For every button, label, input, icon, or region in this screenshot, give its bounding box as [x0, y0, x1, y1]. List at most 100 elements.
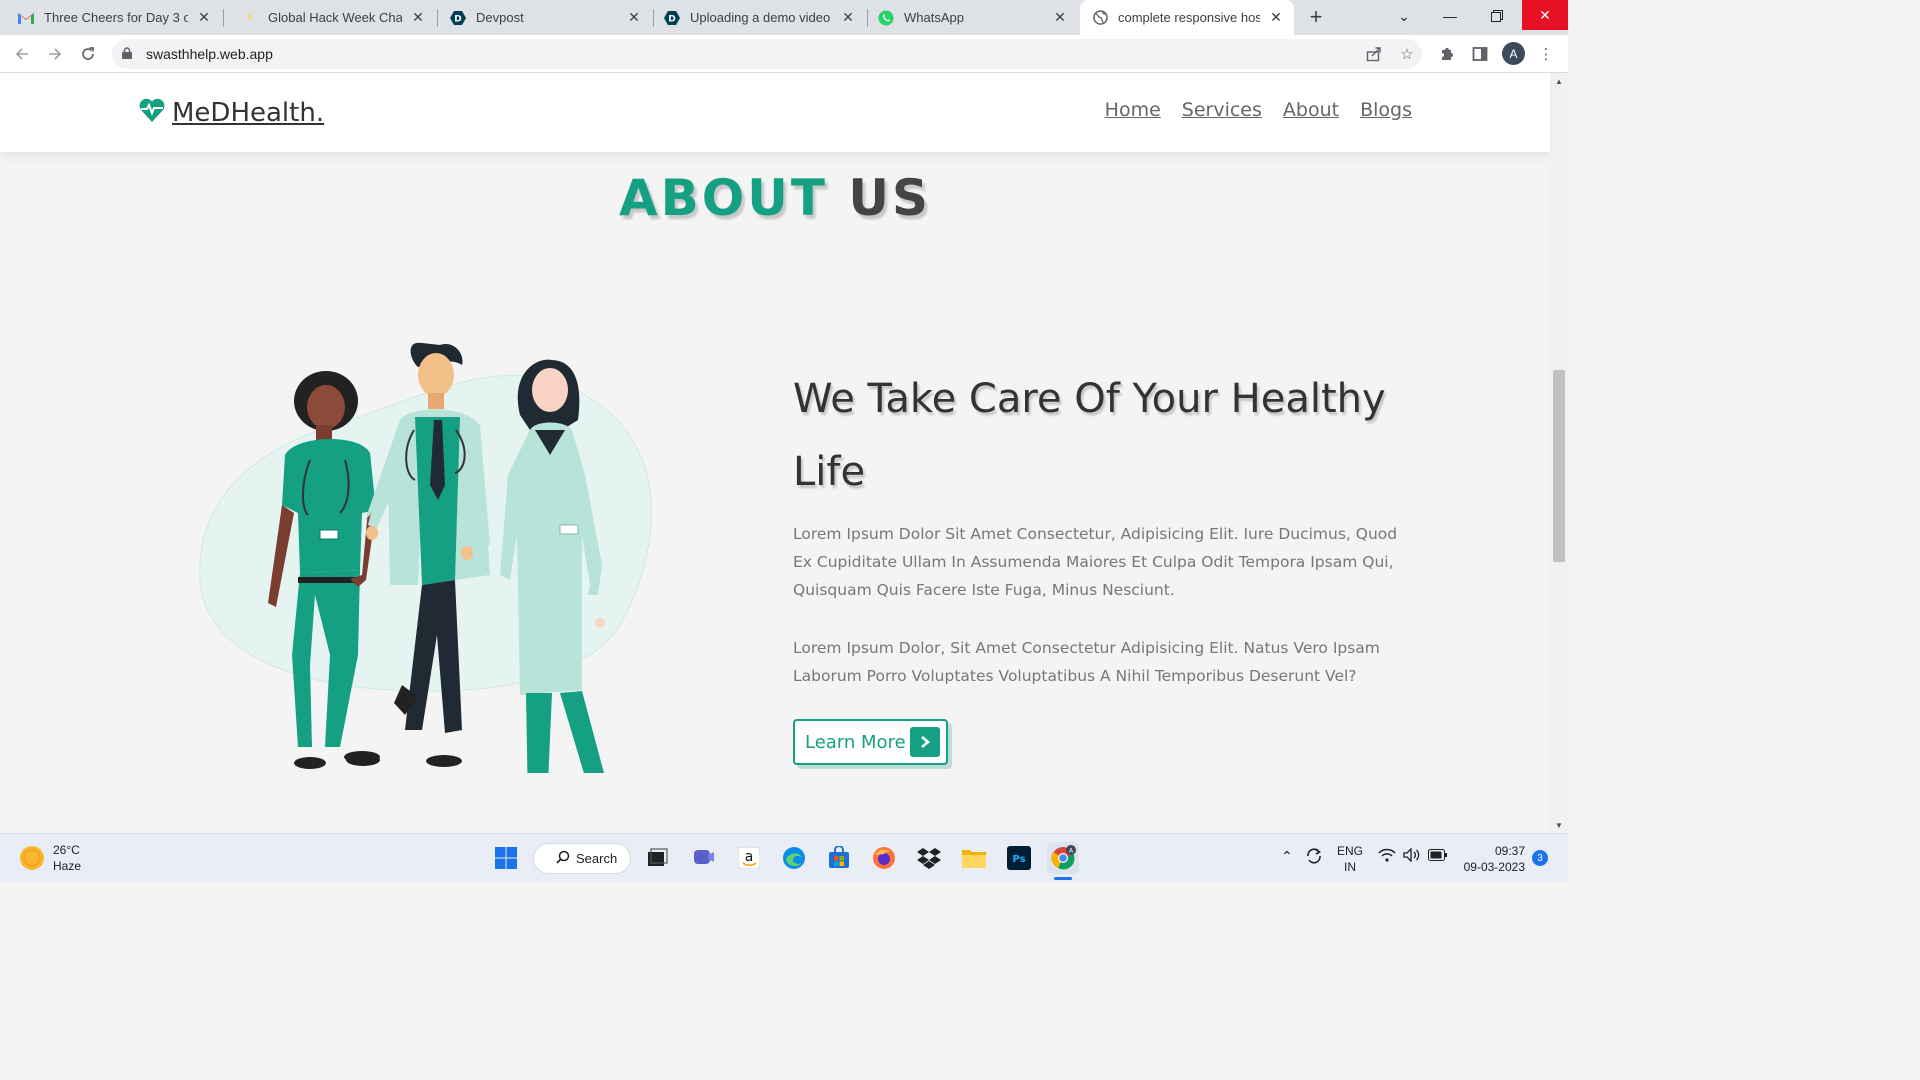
weather-desc: Haze: [53, 859, 82, 873]
scroll-down-icon[interactable]: ▼: [1550, 818, 1568, 832]
photoshop-icon[interactable]: Ps: [1003, 842, 1035, 874]
nav-about[interactable]: About: [1283, 99, 1339, 121]
nav-home[interactable]: Home: [1105, 99, 1161, 121]
nav-blogs[interactable]: Blogs: [1360, 99, 1412, 121]
dropbox-icon[interactable]: [913, 842, 945, 874]
side-panel-icon[interactable]: [1469, 43, 1491, 65]
globe-icon: [1092, 10, 1108, 26]
doctors-illustration: [199, 342, 652, 773]
browser-tab-active[interactable]: complete responsive hospit ✕: [1080, 0, 1294, 35]
browser-toolbar: swasthhelp.web.app ☆ A ⋮: [0, 35, 1568, 73]
lang-region: IN: [1344, 860, 1356, 874]
learn-more-label: Learn More: [805, 731, 906, 753]
tab-title: WhatsApp: [904, 10, 964, 25]
restore-icon[interactable]: [1474, 0, 1520, 32]
search-label: Search: [576, 851, 618, 866]
heart-pulse-icon: [138, 97, 166, 129]
minimize-icon[interactable]: —: [1427, 0, 1473, 32]
weather-temp: 26°C: [53, 843, 80, 857]
volume-icon[interactable]: [1403, 847, 1421, 865]
sync-icon[interactable]: [1304, 846, 1324, 869]
browser-tab[interactable]: ⚡ Global Hack Week Challeng ✕: [224, 0, 436, 35]
site-nav: Home Services About Blogs: [1105, 99, 1412, 121]
page-viewport: MeDHealth. Home Services About Blogs ABO…: [0, 73, 1550, 833]
whatsapp-icon: [878, 10, 894, 26]
svg-text:D: D: [454, 14, 461, 24]
svg-text:a: a: [745, 849, 754, 865]
close-tab-icon[interactable]: ✕: [626, 9, 642, 26]
browser-tab[interactable]: WhatsApp ✕: [868, 0, 1078, 35]
back-icon[interactable]: [9, 41, 35, 67]
search-icon: [556, 850, 570, 867]
svg-text:A: A: [1069, 847, 1074, 855]
close-tab-icon[interactable]: ✕: [196, 9, 212, 26]
svg-text:Ps: Ps: [1012, 854, 1025, 865]
devpost-icon: D: [664, 10, 680, 26]
wifi-icon[interactable]: [1378, 848, 1396, 865]
browser-tab[interactable]: D Uploading a demo video – I ✕: [654, 0, 866, 35]
reload-icon[interactable]: [75, 41, 101, 67]
tab-title: Uploading a demo video – I: [690, 10, 832, 25]
tab-strip: Three Cheers for Day 3 of G ✕ ⚡ Global H…: [0, 0, 1568, 35]
weather-widget[interactable]: 26°C Haze: [20, 842, 81, 874]
file-explorer-icon[interactable]: [958, 842, 990, 874]
bookmark-star-icon[interactable]: ☆: [1396, 43, 1418, 65]
clock-date: 09-03-2023: [1463, 860, 1525, 874]
tab-title: Three Cheers for Day 3 of G: [44, 10, 188, 25]
browser-tab[interactable]: D Devpost ✕: [438, 0, 652, 35]
scroll-up-icon[interactable]: ▲: [1550, 74, 1568, 88]
task-view-icon[interactable]: [641, 842, 673, 874]
tab-title: complete responsive hospit: [1118, 10, 1260, 25]
url-text: swasthhelp.web.app: [146, 46, 273, 62]
clock[interactable]: 09:37 09-03-2023: [1460, 843, 1525, 875]
tab-title: Global Hack Week Challeng: [268, 10, 402, 25]
section-heading: ABOUT US: [0, 169, 1550, 227]
language-indicator[interactable]: ENG IN: [1337, 843, 1363, 875]
clock-time: 09:37: [1494, 844, 1525, 858]
teams-chat-icon[interactable]: [688, 842, 720, 874]
address-bar[interactable]: swasthhelp.web.app: [112, 39, 1422, 69]
notification-badge[interactable]: 3: [1532, 850, 1548, 866]
heading-about: ABOUT: [618, 169, 828, 227]
menu-kebab-icon[interactable]: ⋮: [1535, 43, 1557, 65]
taskbar-search[interactable]: Search: [533, 843, 631, 874]
svg-text:D: D: [668, 14, 675, 24]
amazon-icon[interactable]: a: [733, 842, 765, 874]
heading-us: US: [848, 169, 932, 227]
close-tab-icon[interactable]: ✕: [1052, 9, 1068, 26]
firefox-icon[interactable]: [868, 842, 900, 874]
close-tab-icon[interactable]: ✕: [840, 9, 856, 26]
new-tab-button[interactable]: +: [1304, 6, 1328, 30]
scrollbar-thumb[interactable]: [1553, 370, 1565, 562]
chevron-up-icon[interactable]: ⌃: [1281, 848, 1293, 865]
browser-tab[interactable]: Three Cheers for Day 3 of G ✕: [0, 0, 222, 35]
windows-taskbar: 26°C Haze Search a Ps A ⌃ ENG IN 09:37 0…: [0, 833, 1568, 882]
battery-icon[interactable]: [1428, 849, 1448, 864]
tab-title: Devpost: [476, 10, 524, 25]
chrome-icon[interactable]: A: [1047, 842, 1079, 874]
about-title: We Take Care Of Your Healthy Life: [793, 376, 1386, 495]
about-paragraph-2: Lorem Ipsum Dolor, Sit Amet Consectetur …: [793, 639, 1380, 685]
close-window-icon[interactable]: ✕: [1522, 0, 1568, 30]
share-icon[interactable]: [1363, 43, 1385, 65]
bolt-icon: ⚡: [245, 9, 255, 25]
devpost-icon: D: [450, 10, 466, 26]
edge-browser-icon[interactable]: [778, 842, 810, 874]
extensions-icon[interactable]: [1436, 43, 1458, 65]
active-app-indicator: [1054, 877, 1072, 880]
logo-text: MeDHealth.: [172, 98, 325, 128]
close-tab-icon[interactable]: ✕: [1268, 9, 1284, 26]
microsoft-store-icon[interactable]: [823, 842, 855, 874]
forward-icon[interactable]: [42, 41, 68, 67]
chevron-right-icon: [910, 727, 940, 757]
profile-avatar[interactable]: A: [1502, 42, 1525, 65]
learn-more-button[interactable]: Learn More: [793, 719, 948, 765]
tab-search-icon[interactable]: ⌄: [1381, 0, 1427, 32]
close-tab-icon[interactable]: ✕: [410, 9, 426, 26]
lang-code: ENG: [1337, 844, 1364, 858]
windows-start-icon[interactable]: [490, 842, 522, 874]
site-logo[interactable]: MeDHealth.: [138, 95, 324, 131]
nav-services[interactable]: Services: [1182, 99, 1262, 121]
haze-sun-icon: [20, 846, 44, 870]
site-header: MeDHealth. Home Services About Blogs: [0, 73, 1550, 152]
